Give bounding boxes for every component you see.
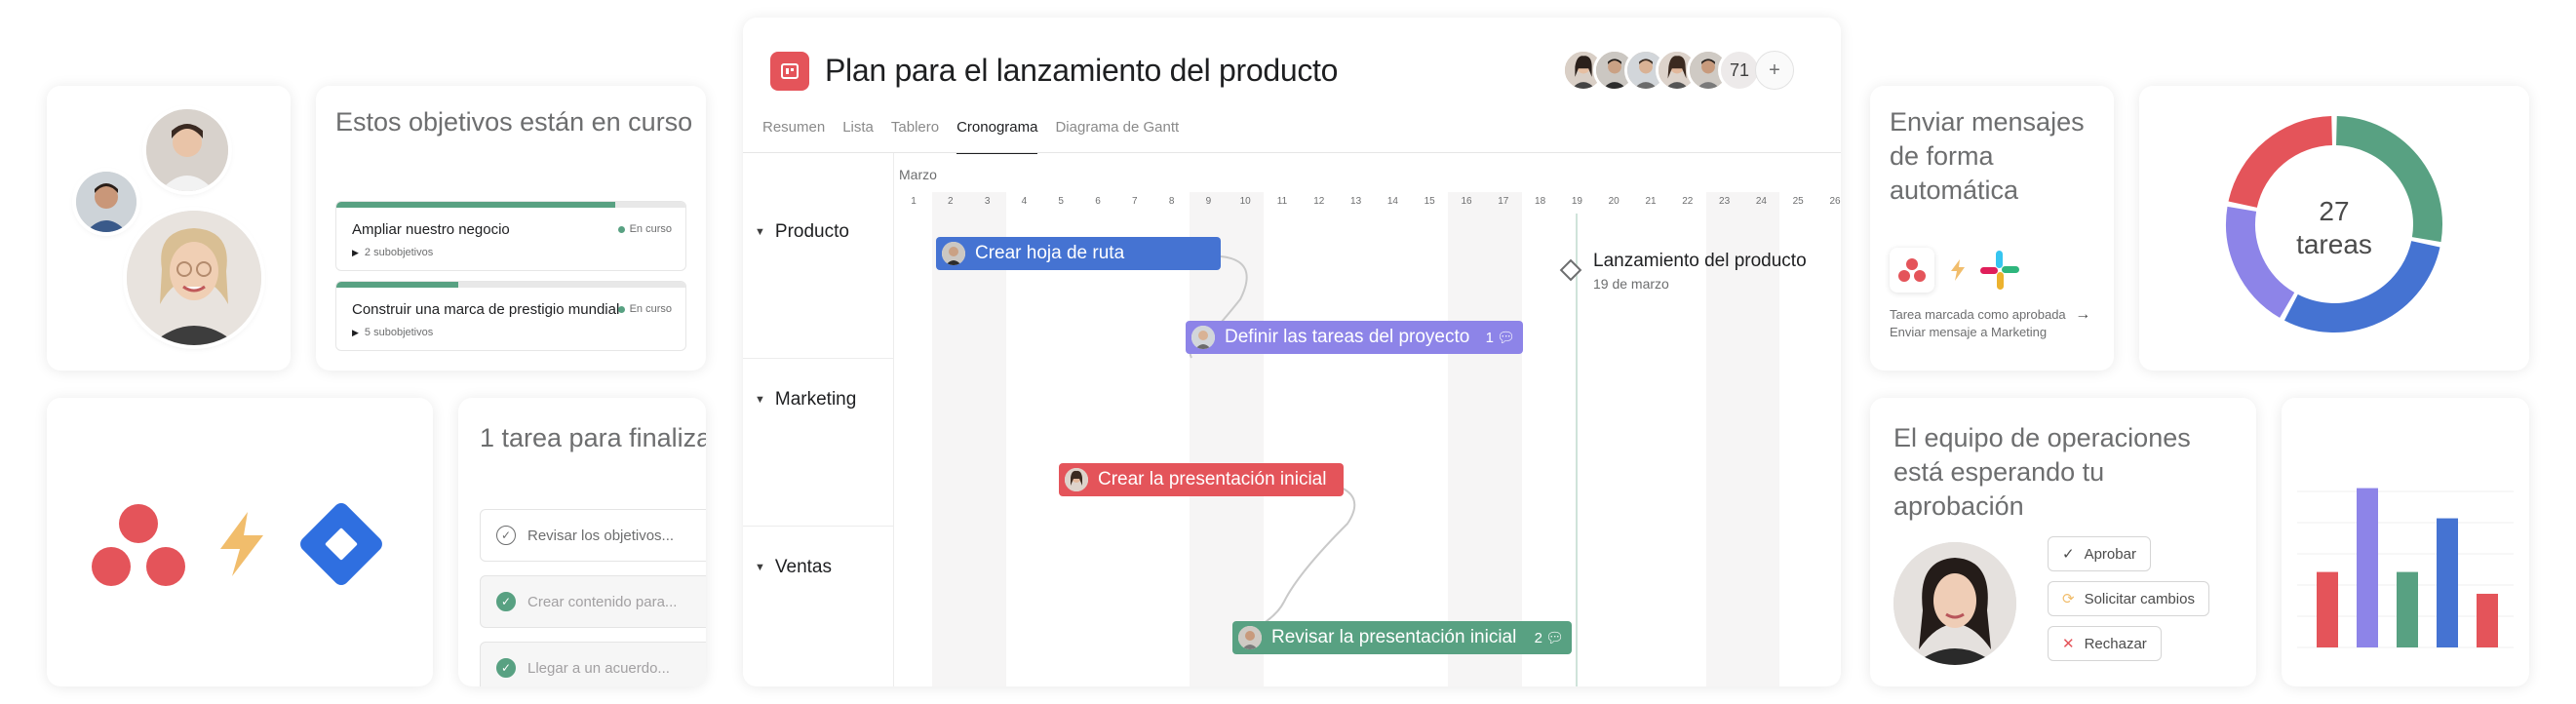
avatar: [146, 109, 228, 191]
asana-logo-icon: [1890, 248, 1934, 293]
add-member-button[interactable]: +: [1755, 51, 1794, 90]
rule-action: Enviar mensaje a Marketing: [1890, 325, 2048, 339]
tab-tablero[interactable]: Tablero: [891, 118, 939, 153]
approve-button[interactable]: ✓ Aprobar: [2048, 536, 2151, 571]
refresh-icon: ⟳: [2062, 591, 2075, 607]
tab-cronograma[interactable]: Cronograma: [956, 118, 1038, 154]
subgoals-toggle[interactable]: ▶ 2 subobjetivos: [352, 247, 433, 258]
subgoals-toggle[interactable]: ▶ 5 subobjetivos: [352, 327, 433, 338]
milestone-title[interactable]: Lanzamiento del producto: [1593, 251, 1807, 272]
avatar: [1191, 326, 1215, 349]
avatar: [1065, 468, 1088, 491]
task-bar[interactable]: Definir las tareas del proyecto 1 💬︎: [1186, 321, 1523, 354]
chart-bar: [2357, 488, 2378, 647]
project-timeline-card: Plan para el lanzamiento del producto 71…: [743, 18, 1841, 686]
milestone-date: 19 de marzo: [1593, 276, 1669, 292]
status-dot-icon: [617, 225, 625, 233]
goal-progress: [336, 202, 616, 208]
automation-card: Enviar mensajes de forma automática Tare…: [1870, 86, 2114, 371]
integrations-card: [47, 398, 433, 686]
check-circle-icon[interactable]: ✓: [496, 592, 516, 611]
goals-card-title: Estos objetivos están en curso: [335, 107, 693, 137]
approval-card: El equipo de operaciones está esperando …: [1870, 398, 2256, 686]
donut-card: 27 tareas: [2139, 86, 2529, 371]
task-item[interactable]: ✓ Revisar los objetivos...: [480, 509, 706, 562]
chart-bar: [2437, 518, 2458, 647]
project-title: Plan para el lanzamiento del producto: [825, 53, 1339, 88]
goal-item[interactable]: Ampliar nuestro negocio En curso ▶ 2 subo…: [335, 201, 686, 271]
dependency-connectors: [1189, 255, 1356, 637]
tasks-card-title: 1 tarea para finalizar: [480, 423, 706, 452]
task-item[interactable]: ✓ Llegar a un acuerdo...: [480, 642, 706, 686]
task-count: 27: [2319, 196, 2350, 226]
caret-right-icon: ▶: [352, 248, 359, 257]
asana-logo-icon: [92, 504, 185, 586]
project-icon: [770, 52, 809, 91]
goal-title: Construir una marca de prestigio mundial: [352, 301, 620, 318]
avatar: [76, 172, 137, 232]
slack-logo-icon: [1977, 248, 2022, 293]
people-card: [47, 86, 291, 371]
goal-progress: [336, 282, 459, 288]
rule-trigger: Tarea marcada como aprobada →: [1890, 306, 2091, 323]
tab-diagrama-gantt[interactable]: Diagrama de Gantt: [1055, 118, 1179, 153]
reject-button[interactable]: ✕ Rechazar: [2048, 626, 2162, 661]
arrow-right-icon: →: [2075, 306, 2091, 323]
avatar: [1893, 542, 2016, 665]
chart-bar: [2317, 571, 2338, 647]
status-badge: En curso: [617, 303, 672, 315]
request-changes-button[interactable]: ⟳ Solicitar cambios: [2048, 581, 2209, 616]
timeline-view: 1 2 3 4 5 6 7 8 9 10 11 12 13 14 15 16 17 18 19 20 21 22 23 24 2…: [743, 153, 1841, 686]
chart-bar: [2397, 571, 2418, 647]
task-bar[interactable]: Revisar la presentación inicial 2 💬︎: [1232, 621, 1572, 654]
task-unit: tareas: [2296, 229, 2372, 259]
chart-bar: [2477, 593, 2498, 647]
status-dot-icon: [617, 305, 625, 313]
avatar: [1238, 626, 1262, 649]
lightning-icon: [220, 512, 263, 576]
donut-center-label: 27 tareas: [2276, 195, 2393, 261]
task-bar[interactable]: Crear hoja de ruta: [936, 237, 1221, 270]
comment-icon: 💬︎: [1496, 330, 1515, 346]
approval-card-title: El equipo de operaciones está esperando …: [1893, 423, 2191, 521]
comment-icon: 💬︎: [1544, 630, 1564, 646]
automation-card-title: Enviar mensajes de forma automática: [1890, 107, 2085, 205]
project-tabs: Resumen Lista Tablero Cronograma Diagram…: [762, 118, 1179, 154]
check-circle-icon[interactable]: ✓: [496, 658, 516, 678]
tab-lista[interactable]: Lista: [842, 118, 874, 153]
bar-chart: [2297, 488, 2514, 648]
tasks-card: 1 tarea para finalizar ✓ Revisar los obj…: [458, 398, 706, 686]
check-circle-icon[interactable]: ✓: [496, 526, 516, 545]
close-icon: ✕: [2062, 636, 2075, 652]
goal-title: Ampliar nuestro negocio: [352, 221, 510, 238]
task-item[interactable]: ✓ Crear contenido para...: [480, 575, 706, 628]
comment-count[interactable]: 1 💬︎: [1486, 329, 1515, 347]
comment-count[interactable]: 2 💬︎: [1535, 629, 1564, 647]
avatar: [942, 242, 965, 265]
donut-segment: [2228, 116, 2333, 209]
member-list[interactable]: 71 +: [1562, 49, 1794, 92]
check-icon: ✓: [2062, 546, 2075, 563]
task-bar[interactable]: Crear la presentación inicial: [1059, 463, 1344, 496]
status-badge: En curso: [617, 223, 672, 235]
goal-item[interactable]: Construir una marca de prestigio mundial…: [335, 281, 686, 351]
goals-card: Estos objetivos están en curso Ampliar n…: [316, 86, 706, 371]
jira-logo-icon: [300, 503, 382, 585]
caret-right-icon: ▶: [352, 328, 359, 337]
lightning-icon: [1951, 259, 1965, 281]
tab-resumen[interactable]: Resumen: [762, 118, 825, 153]
avatar: [127, 211, 261, 345]
bar-chart-card: [2282, 398, 2529, 686]
